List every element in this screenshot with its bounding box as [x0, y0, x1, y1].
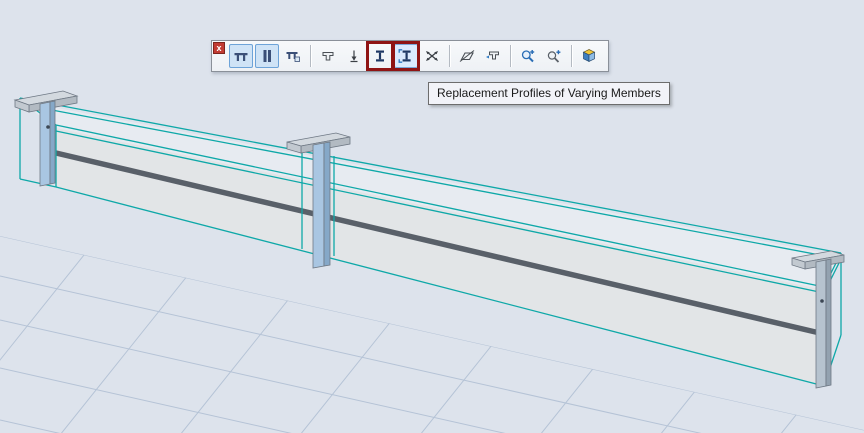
select-vertical-member-button[interactable] [255, 44, 279, 68]
replacement-profiles-of-varying-members-button[interactable] [394, 44, 418, 68]
handle-point[interactable] [46, 125, 50, 129]
zoom-in-button[interactable] [516, 44, 540, 68]
shear-plane-icon [459, 48, 475, 64]
i-beam-varying-profile-icon [398, 48, 414, 64]
close-toolbar-button[interactable]: x [213, 42, 225, 54]
i-beam-profile-icon [372, 48, 388, 64]
shear-plane-button[interactable] [455, 44, 479, 68]
replacement-profile-of-member-button[interactable] [368, 44, 392, 68]
render-cube-icon [581, 48, 597, 64]
select-varying-member-button[interactable] [229, 44, 253, 68]
vertical-member-icon [259, 48, 275, 64]
application-window: x [0, 0, 864, 433]
zoom-to-selection-button[interactable] [542, 44, 566, 68]
zoom-selection-icon [546, 48, 562, 64]
toolbar-separator [571, 45, 572, 67]
tooltip: Replacement Profiles of Varying Members [428, 82, 670, 105]
profile-top-flange-button[interactable] [316, 44, 340, 68]
crossed-arrows-icon [424, 48, 440, 64]
insertion-point-button[interactable] [342, 44, 366, 68]
varying-member-icon [233, 48, 249, 64]
t-profile-icon [320, 48, 336, 64]
profile-position-button[interactable] [481, 44, 505, 68]
zoom-in-icon [520, 48, 536, 64]
insertion-point-icon [346, 48, 362, 64]
handle-point[interactable] [820, 299, 824, 303]
mini-toolbar[interactable]: x [211, 40, 609, 72]
toolbar-separator [310, 45, 311, 67]
varying-member-group-icon [285, 48, 301, 64]
toolbar-separator [449, 45, 450, 67]
select-varying-member-group-button[interactable] [281, 44, 305, 68]
swap-members-button[interactable] [420, 44, 444, 68]
t-profile-arrow-icon [485, 48, 501, 64]
toolbar-separator [510, 45, 511, 67]
rendering-options-button[interactable] [577, 44, 601, 68]
